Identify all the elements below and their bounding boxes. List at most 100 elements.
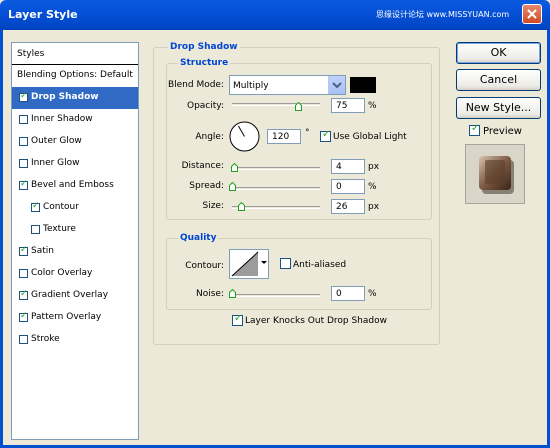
size-input[interactable]: 26 xyxy=(331,199,365,214)
sidebar-item-label: Inner Glow xyxy=(31,158,80,168)
use-global-light-checkbox[interactable] xyxy=(320,129,331,142)
distance-label: Distance: xyxy=(181,161,224,171)
styles-header[interactable]: Styles xyxy=(12,43,138,65)
sidebar-item-label: Pattern Overlay xyxy=(31,312,102,322)
anti-aliased-checkbox[interactable] xyxy=(280,258,291,269)
preview-label: Preview xyxy=(483,126,522,137)
window-frame-left xyxy=(0,30,3,448)
sidebar-item-label: Contour xyxy=(43,202,79,212)
knocks-out-checkbox[interactable] xyxy=(232,313,243,326)
knocks-out-label: Layer Knocks Out Drop Shadow xyxy=(245,316,387,326)
angle-label: Angle: xyxy=(195,132,224,142)
sidebar-item-texture[interactable]: Texture xyxy=(12,219,138,241)
noise-label: Noise: xyxy=(196,289,224,299)
shadow-color-swatch[interactable] xyxy=(350,77,376,93)
chevron-down-icon xyxy=(261,261,267,264)
sidebar-item-checkbox[interactable] xyxy=(19,179,28,190)
sidebar-item-checkbox[interactable] xyxy=(19,335,28,344)
sidebar-item-bevel-and-emboss[interactable]: Bevel and Emboss xyxy=(12,175,138,197)
window-title: Layer Style xyxy=(8,8,78,21)
anti-aliased-label: Anti-aliased xyxy=(293,260,347,270)
sidebar-item-label: Outer Glow xyxy=(31,136,82,146)
style-preview-icon xyxy=(479,156,514,194)
size-unit: px xyxy=(368,202,380,212)
sidebar-item-label: Blending Options: Default xyxy=(17,70,133,80)
sidebar-item-gradient-overlay[interactable]: Gradient Overlay xyxy=(12,285,138,307)
angle-dial-icon xyxy=(229,121,260,152)
blend-mode-dropdown-arrow[interactable] xyxy=(328,76,345,94)
sidebar-item-label: Texture xyxy=(43,224,76,234)
size-slider-track[interactable] xyxy=(232,206,320,209)
sidebar-item-checkbox[interactable] xyxy=(19,91,28,102)
new-style-button[interactable]: New Style... xyxy=(456,97,541,119)
sidebar-item-color-overlay[interactable]: Color Overlay xyxy=(12,263,138,285)
distance-input[interactable]: 4 xyxy=(331,159,365,174)
drop-shadow-title: Drop Shadow xyxy=(168,42,240,52)
quality-title: Quality xyxy=(178,233,219,243)
blend-mode-value: Multiply xyxy=(233,81,269,91)
sidebar-item-checkbox[interactable] xyxy=(19,269,28,278)
cancel-button[interactable]: Cancel xyxy=(456,69,541,91)
spread-input[interactable]: 0 xyxy=(331,179,365,194)
contour-label: Contour: xyxy=(185,261,224,271)
sidebar-item-checkbox[interactable] xyxy=(19,137,28,146)
sidebar-item-blending-options-default[interactable]: Blending Options: Default xyxy=(12,65,138,87)
sidebar-item-inner-shadow[interactable]: Inner Shadow xyxy=(12,109,138,131)
spread-unit: % xyxy=(368,182,377,192)
contour-picker[interactable] xyxy=(229,249,269,279)
angle-unit: ° xyxy=(305,128,310,138)
blend-mode-label: Blend Mode: xyxy=(167,80,224,90)
sidebar-item-checkbox[interactable] xyxy=(19,115,28,124)
contour-linear-icon xyxy=(231,251,259,277)
sidebar-item-stroke[interactable]: Stroke xyxy=(12,329,138,351)
opacity-slider-thumb[interactable] xyxy=(295,102,302,111)
sidebar-item-checkbox[interactable] xyxy=(31,225,40,234)
sidebar-item-checkbox[interactable] xyxy=(19,289,28,300)
ok-button[interactable]: OK xyxy=(456,42,541,64)
sidebar-item-checkbox[interactable] xyxy=(31,201,40,212)
sidebar-item-inner-glow[interactable]: Inner Glow xyxy=(12,153,138,175)
sidebar-item-label: Inner Shadow xyxy=(31,114,93,124)
sidebar-item-label: Drop Shadow xyxy=(31,92,99,102)
sidebar-item-checkbox[interactable] xyxy=(19,159,28,168)
close-button[interactable] xyxy=(522,4,542,24)
sidebar-item-drop-shadow[interactable]: Drop Shadow xyxy=(12,87,138,109)
opacity-slider-track[interactable] xyxy=(232,103,320,106)
sidebar-item-label: Gradient Overlay xyxy=(31,290,109,300)
distance-slider-thumb[interactable] xyxy=(230,163,238,172)
sidebar-item-satin[interactable]: Satin xyxy=(12,241,138,263)
angle-dial[interactable] xyxy=(229,121,260,152)
spread-slider-track[interactable] xyxy=(232,187,320,190)
distance-slider-track[interactable] xyxy=(232,167,320,170)
chevron-down-icon xyxy=(332,82,342,89)
size-slider-thumb[interactable] xyxy=(238,202,246,211)
opacity-input[interactable]: 75 xyxy=(331,98,365,113)
sidebar-item-checkbox[interactable] xyxy=(19,245,28,256)
sidebar-item-outer-glow[interactable]: Outer Glow xyxy=(12,131,138,153)
sidebar-item-label: Satin xyxy=(31,246,54,256)
angle-input[interactable]: 120 xyxy=(267,129,301,144)
sidebar-item-label: Stroke xyxy=(31,334,60,344)
sidebar-item-contour[interactable]: Contour xyxy=(12,197,138,219)
spread-slider-thumb[interactable] xyxy=(229,182,236,191)
size-label: Size: xyxy=(202,201,224,211)
sidebar-item-pattern-overlay[interactable]: Pattern Overlay xyxy=(12,307,138,329)
styles-list: Styles Blending Options: Default Drop Sha… xyxy=(11,42,139,440)
noise-slider-track[interactable] xyxy=(232,294,320,297)
noise-input[interactable]: 0 xyxy=(331,286,365,301)
spread-label: Spread: xyxy=(189,181,224,191)
structure-title: Structure xyxy=(178,58,231,68)
sidebar-item-checkbox[interactable] xyxy=(19,311,28,322)
opacity-unit: % xyxy=(368,101,377,111)
blend-mode-select[interactable]: Multiply xyxy=(229,75,346,95)
preview-checkbox[interactable] xyxy=(469,123,480,136)
quality-group xyxy=(166,238,432,310)
title-bar[interactable]: Layer Style 思缘设计论坛 www.MISSYUAN.com xyxy=(0,0,550,30)
watermark-text: 思缘设计论坛 www.MISSYUAN.com xyxy=(376,10,510,19)
sidebar-item-label: Bevel and Emboss xyxy=(31,180,114,190)
noise-slider-thumb[interactable] xyxy=(229,289,236,298)
opacity-label: Opacity: xyxy=(187,101,224,111)
distance-unit: px xyxy=(368,162,380,172)
noise-unit: % xyxy=(368,289,377,299)
use-global-light-label: Use Global Light xyxy=(333,132,407,142)
